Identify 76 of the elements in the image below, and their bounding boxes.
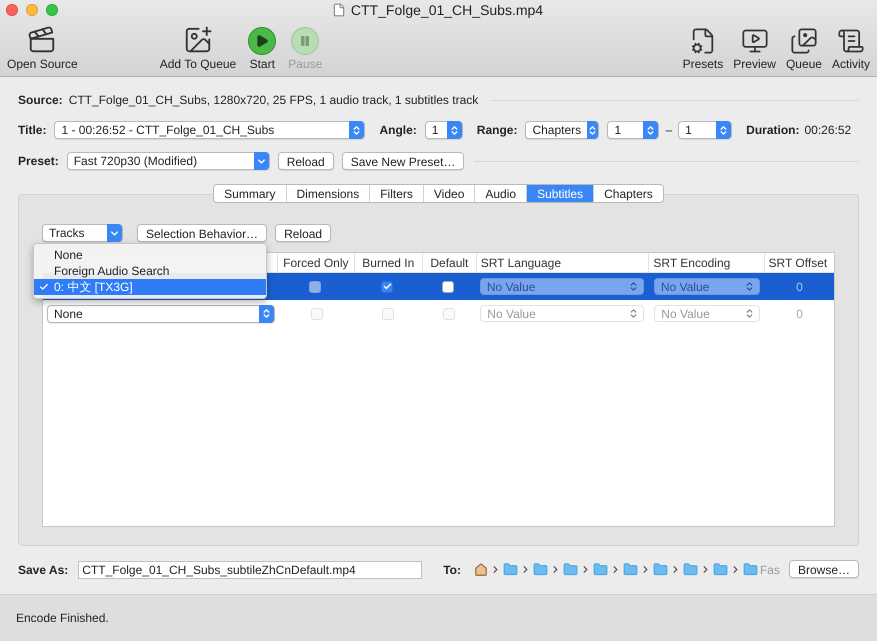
tab[interactable]: Chapters [594, 185, 663, 202]
chapter-end-popup[interactable]: 1 [678, 121, 732, 139]
checkbox[interactable] [381, 280, 394, 292]
range-popup[interactable]: Chapters [525, 121, 600, 139]
chevron-updown-icon [351, 124, 362, 136]
range-label: Range: [476, 122, 518, 139]
title-popup[interactable]: 1 - 00:26:52 - CTT_Folge_01_CH_Subs [54, 121, 366, 139]
toolbar-button[interactable]: Presets [680, 27, 726, 71]
push-button[interactable]: Save New Preset… [342, 152, 464, 170]
save-as-label: Save As: [18, 562, 68, 578]
close-icon[interactable] [6, 4, 18, 16]
minimize-icon[interactable] [26, 4, 38, 16]
chapter-start-popup[interactable]: 1 [607, 121, 660, 139]
push-button[interactable]: Reload [278, 152, 334, 170]
monitor-play-icon [740, 27, 769, 55]
title-label: Title: [18, 122, 46, 139]
to-label: To: [443, 562, 461, 578]
tab[interactable]: Subtitles [527, 185, 594, 202]
toolbar-button[interactable]: Preview [730, 27, 779, 71]
save-as-field[interactable]: CTT_Folge_01_CH_Subs_subtileZhCnDefault.mp4 [78, 560, 422, 578]
folder-icon[interactable] [712, 562, 728, 577]
source-label: Source: [18, 92, 63, 109]
push-button[interactable]: Selection Behavior… [137, 224, 268, 242]
check-icon [39, 282, 49, 292]
push-button[interactable]: Browse… [788, 560, 859, 578]
chevron-updown-icon [645, 124, 656, 136]
checkbox[interactable] [442, 280, 454, 292]
toolbar-button[interactable]: Start [245, 27, 280, 71]
chevron-updown-icon [587, 124, 598, 136]
play-icon [248, 27, 276, 55]
folder-icon[interactable] [532, 562, 548, 577]
range-separator: – [665, 122, 672, 139]
status-text: Encode Finished. [16, 610, 109, 627]
toolbar-button[interactable]: Activity [828, 27, 873, 71]
toolbar-button[interactable]: Queue [782, 27, 825, 71]
tab[interactable]: Filters [370, 185, 424, 202]
column-header: SRT Encoding [653, 254, 730, 272]
chevron-updown-icon [628, 281, 639, 292]
chevron-updown-icon [448, 124, 460, 136]
folder-icon[interactable] [682, 562, 698, 577]
tab[interactable]: Video [424, 185, 476, 202]
zoom-icon[interactable] [46, 4, 58, 16]
window-title: CTT_Folge_01_CH_Subs.mp4 [350, 0, 544, 20]
source-info: CTT_Folge_01_CH_Subs, 1280x720, 25 FPS, 1 audio track, 1 subtitles track [68, 92, 478, 109]
angle-label: Angle: [379, 122, 417, 139]
folder-icon[interactable] [652, 562, 668, 577]
column-header: Default [430, 254, 468, 272]
menu-item[interactable]: None [34, 247, 266, 263]
log-icon [836, 27, 865, 55]
pause-icon [291, 27, 320, 55]
column-header: SRT Language [480, 254, 561, 272]
push-button[interactable]: Reload [275, 224, 332, 242]
home-icon[interactable] [474, 562, 488, 576]
preset-label: Preset: [18, 153, 59, 170]
column-header: Forced Only [283, 254, 348, 272]
images-icon [790, 27, 818, 55]
toolbar-button[interactable]: Add To Queue [156, 25, 240, 71]
folder-icon[interactable] [502, 562, 518, 577]
tracks-popup[interactable]: Tracks [42, 224, 123, 242]
chevron-updown-icon [261, 308, 272, 319]
preset-popup[interactable]: Fast 720p30 (Modified) [66, 152, 270, 170]
duration-label: Duration: [746, 122, 800, 139]
folder-icon[interactable] [592, 562, 608, 577]
folder-icon[interactable] [562, 562, 578, 577]
menu-item[interactable]: 0: 中文 [TX3G] [34, 279, 266, 295]
column-header: Burned In [362, 254, 414, 272]
column-header: SRT Offset [768, 254, 828, 272]
tab[interactable]: Dimensions [286, 185, 370, 202]
document-icon [332, 3, 346, 17]
chevron-updown-icon [718, 124, 730, 136]
toolbar-button[interactable]: Open Source [4, 25, 81, 71]
folder-icon[interactable] [742, 562, 758, 577]
track-popup[interactable]: None [47, 304, 275, 322]
folder-icon[interactable] [622, 562, 638, 577]
duration-value: 00:26:52 [804, 122, 852, 139]
angle-popup[interactable]: 1 [424, 121, 463, 139]
